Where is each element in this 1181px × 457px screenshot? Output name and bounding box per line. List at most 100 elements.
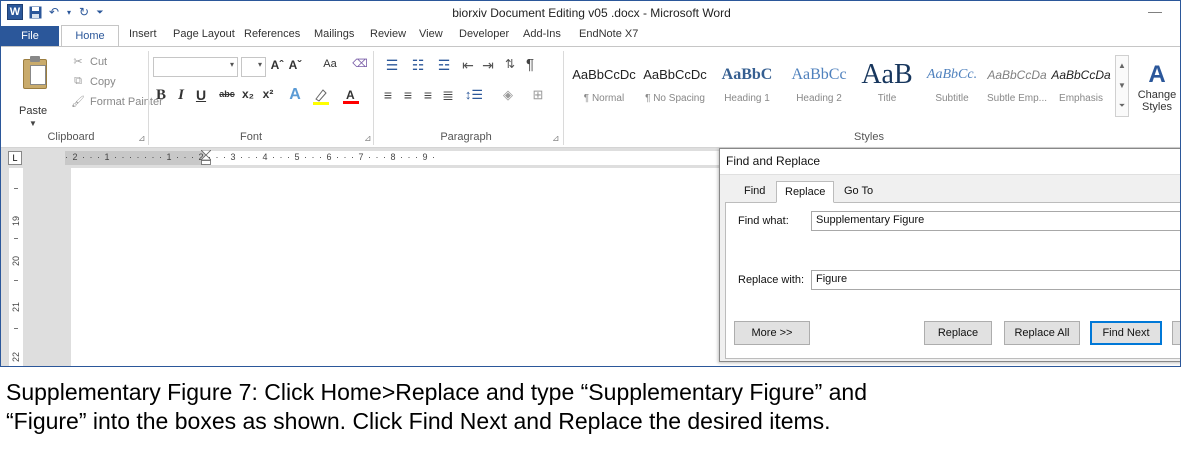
ribbon-tabs: File Home Insert Page Layout References … [1,25,1180,47]
group-separator [373,51,374,145]
shading-icon[interactable]: ◈ [495,87,521,103]
tab-file[interactable]: File [1,26,59,46]
group-paragraph-label: Paragraph [440,131,492,143]
tab-mailings[interactable]: Mailings [314,28,354,40]
chevron-down-icon: ▾ [257,60,262,69]
word-window: W ↶ ▾ ↻ ⏷ biorxiv Document Editing v05 .… [0,0,1181,367]
tab-selector-icon[interactable]: L [8,151,22,165]
ruler-tick [14,188,18,189]
ribbon: Paste ▼ ✂ Cut ⧉ Copy 🖌 Format Painter Cl… [1,46,1180,148]
tab-replace[interactable]: Replace [776,181,835,203]
underline-button[interactable]: U [193,87,209,103]
ruler-number: 21 [11,302,21,313]
shrink-font-button[interactable]: Aˇ [287,58,303,72]
caption-line-2: “Figure” into the boxes as shown. Click … [6,408,831,434]
line-spacing-icon[interactable]: ↕☰ [461,87,487,103]
style-preview: AaB [861,59,913,90]
style-heading-1[interactable]: AaBbC Heading 1 [711,57,783,117]
paste-dropdown-icon[interactable]: ▼ [29,119,37,128]
replace-all-button[interactable]: Replace All [1004,321,1080,345]
style-subtle-emphasis[interactable]: AaBbCcDa Subtle Emp... [985,57,1049,117]
styles-scroll[interactable]: ▲ ▼ ⏷ [1115,55,1129,117]
borders-icon[interactable]: ⊞ [525,87,551,103]
multilevel-list-icon[interactable]: ☲ [431,57,457,74]
tab-view[interactable]: View [419,28,443,40]
style-emphasis[interactable]: AaBbCcDa Emphasis [1049,57,1113,117]
bold-button[interactable]: B [153,87,169,104]
style-normal[interactable]: AaBbCcDc ¶ Normal [569,57,639,117]
numbering-icon[interactable]: ☷ [405,57,431,74]
tab-developer[interactable]: Developer [459,28,509,40]
ruler-number: 20 [11,256,21,267]
style-name: ¶ No Spacing [645,93,705,104]
tab-endnote[interactable]: EndNote X7 [579,28,638,40]
tab-page-layout[interactable]: Page Layout [173,28,235,40]
style-no-spacing[interactable]: AaBbCcDc ¶ No Spacing [639,57,711,117]
find-replace-dialog: Find and Replace Find Replace Go To Find… [719,148,1180,362]
replace-button[interactable]: Replace [924,321,992,345]
vertical-ruler[interactable]: 19 20 21 22 [1,168,71,366]
align-center-icon[interactable]: ≡ [399,87,417,103]
indent-marker-icon[interactable] [200,149,212,166]
ruler-tick [14,328,18,329]
minimize-button[interactable]: — [1148,3,1162,19]
font-size-dropdown[interactable]: ▾ [241,57,266,77]
tab-replace-label: Replace [785,186,826,198]
group-clipboard-label: Clipboard [47,131,95,143]
find-next-button[interactable]: Find Next [1090,321,1162,345]
text-effects-icon[interactable]: A [285,86,305,104]
style-subtitle[interactable]: AaBbCc. Subtitle [919,57,985,117]
font-name-dropdown[interactable]: ▾ [153,57,238,77]
grow-font-button[interactable]: Aˆ [269,58,285,72]
group-styles-label: Styles [854,131,884,143]
italic-button[interactable]: I [173,87,189,104]
font-color-icon[interactable]: A [341,87,361,105]
bullets-icon[interactable]: ☰ [379,57,405,74]
ruler-tick [14,238,18,239]
tab-insert[interactable]: Insert [129,28,157,40]
clear-formatting-icon[interactable]: ⌫ [351,57,369,70]
align-left-icon[interactable]: ≡ [379,87,397,103]
justify-icon[interactable]: ≣ [439,87,457,104]
change-styles-icon: A [1148,61,1166,88]
style-title[interactable]: AaB Title [855,57,919,117]
cut-button[interactable]: ✂ Cut [71,55,107,69]
tab-home[interactable]: Home [61,25,119,47]
highlight-icon[interactable] [311,87,331,105]
caption-line-1: Supplementary Figure 7: Click Home>Repla… [6,379,868,405]
find-what-input[interactable]: Supplementary Figure [811,211,1180,231]
paste-button[interactable]: Paste [19,105,47,117]
increase-indent-icon[interactable]: ⇥ [479,57,497,74]
style-heading-2[interactable]: AaBbCc Heading 2 [783,57,855,117]
ruler-number: 22 [11,352,21,363]
more-button[interactable]: More >> [734,321,810,345]
sort-icon[interactable]: ⇅ [501,57,519,71]
copy-button[interactable]: ⧉ Copy [71,75,116,88]
font-launcher-icon[interactable]: ⊿ [364,133,372,144]
tab-find[interactable]: Find [736,181,773,203]
paragraph-launcher-icon[interactable]: ⊿ [552,133,560,144]
style-preview: AaBbCc [791,66,847,83]
show-formatting-button[interactable]: ¶ [521,56,539,73]
align-right-icon[interactable]: ≡ [419,87,437,103]
strikethrough-button[interactable]: abc [217,89,237,99]
change-styles-button[interactable]: A Change Styles [1137,61,1177,113]
tab-add-ins[interactable]: Add-Ins [523,28,561,40]
replace-with-input[interactable]: Figure [811,270,1180,290]
subscript-button[interactable]: x₂ [239,87,257,101]
style-name: Subtle Emp... [986,93,1048,104]
tab-review[interactable]: Review [370,28,406,40]
window-title: biorxiv Document Editing v05 .docx - Mic… [452,6,731,20]
style-name: ¶ Normal [583,93,625,104]
tab-goto[interactable]: Go To [836,181,881,203]
paste-icon[interactable] [21,55,51,93]
figure-caption: Supplementary Figure 7: Click Home>Repla… [6,378,1181,436]
decrease-indent-icon[interactable]: ⇤ [459,57,477,74]
change-case-button[interactable]: Aa [319,58,341,70]
clipboard-launcher-icon[interactable]: ⊿ [138,133,146,144]
brush-icon: 🖌 [71,96,85,108]
cancel-button[interactable] [1172,321,1180,345]
find-what-label: Find what: [738,215,789,227]
superscript-button[interactable]: x² [259,87,277,101]
tab-references[interactable]: References [244,28,300,40]
